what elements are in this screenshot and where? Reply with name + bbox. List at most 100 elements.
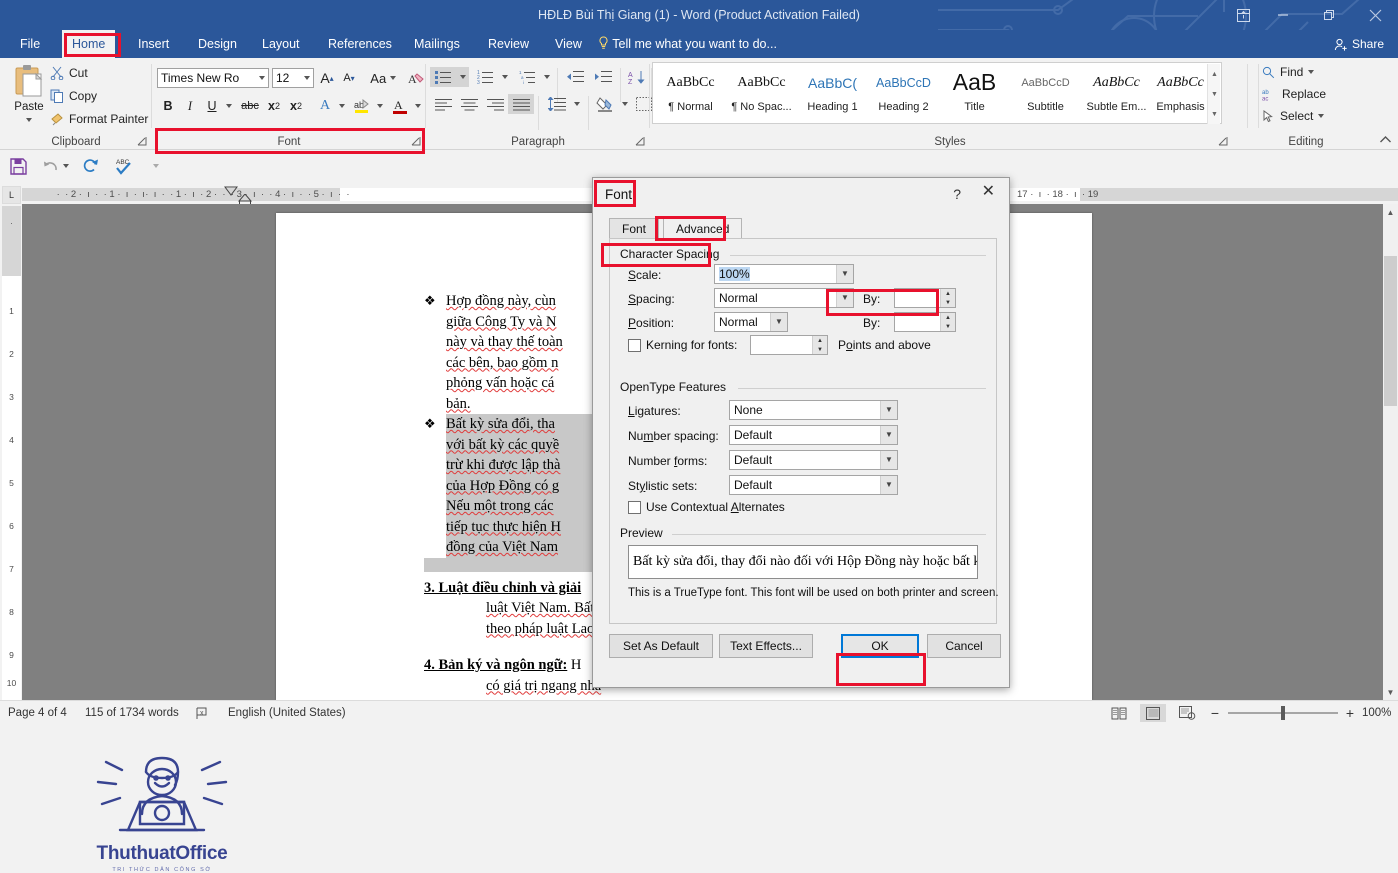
subscript-icon[interactable]: x2 [263,96,285,116]
position-combo[interactable]: Normal ▼ [714,312,788,332]
read-mode-icon[interactable] [1106,704,1132,722]
copy-button[interactable]: Copy [50,89,97,103]
chevron-down-icon[interactable]: ▼ [880,426,897,444]
text-effects-icon[interactable]: A [314,96,336,116]
cancel-button[interactable]: Cancel [927,634,1001,658]
align-center-icon[interactable] [456,94,482,114]
strikethrough-icon[interactable]: abc [237,96,263,116]
zoom-out-button[interactable]: − [1208,701,1222,725]
styles-gallery-scrollbar[interactable]: ▲ ▼ ▼ [1207,64,1220,124]
chevron-down-icon[interactable]: ▼ [880,451,897,469]
styles-gallery[interactable]: AaBbCc ¶ Normal AaBbCc ¶ No Spac... AaBb… [652,62,1222,124]
style-heading-2[interactable]: AaBbCcD Heading 2 [868,63,939,123]
tab-home[interactable]: Home [62,30,116,58]
left-indent-marker[interactable] [236,194,256,204]
tab-file[interactable]: File [10,30,50,58]
chevron-down-icon[interactable]: ▼ [880,476,897,494]
spinner-down-icon[interactable]: ▼ [940,298,955,307]
font-color-icon[interactable]: A [388,96,412,116]
style-heading-1[interactable]: AaBbC( Heading 1 [797,63,868,123]
clipboard-dialog-launcher[interactable] [137,135,149,147]
dialog-tab-advanced[interactable]: Advanced [663,218,743,240]
underline-icon[interactable]: U [201,96,223,116]
language-indicator[interactable]: English (United States) [228,701,346,725]
font-dialog[interactable]: Font ? ✕ Font Advanced Character Spacing… [592,177,1010,688]
align-right-icon[interactable] [482,94,508,114]
restore-icon[interactable] [1306,0,1352,30]
save-icon[interactable] [6,155,30,177]
chevron-down-icon[interactable]: ▼ [880,401,897,419]
vertical-scrollbar[interactable]: ▲ ▼ [1383,204,1398,700]
zoom-slider-thumb[interactable] [1281,706,1285,720]
text-highlight-color-icon[interactable]: ab [350,96,374,116]
bullets-icon[interactable] [430,67,456,87]
styles-dialog-launcher[interactable] [1218,135,1230,147]
font-size-combo[interactable]: 12 [272,68,314,88]
bold-icon[interactable]: B [157,96,179,116]
select-dropdown-icon[interactable] [1318,114,1325,118]
italic-icon[interactable]: I [179,96,201,116]
spacing-combo[interactable]: Normal ▼ [714,288,854,308]
multilevel-list-icon[interactable]: 1ai [514,67,540,87]
find-button[interactable]: Find [1262,65,1315,79]
style-emphasis[interactable]: AaBbCc Emphasis [1145,63,1216,123]
font-color-dropdown-icon[interactable] [412,96,424,116]
style-subtitle[interactable]: AaBbCcD Subtitle [1010,63,1081,123]
chevron-down-icon[interactable]: ▼ [836,289,853,307]
zoom-level-label[interactable]: 100% [1362,701,1391,725]
tab-stop-selector[interactable]: L [2,186,21,204]
kerning-spinner[interactable]: ▲ ▼ [750,335,828,355]
number-spacing-combo[interactable]: Default ▼ [729,425,898,445]
tab-design[interactable]: Design [188,30,247,58]
spinner-up-icon[interactable]: ▲ [812,336,827,345]
contextual-alternates-checkbox[interactable] [628,501,641,514]
proofing-errors-icon[interactable]: x [196,701,214,725]
styles-scroll-up-icon[interactable]: ▲ [1208,64,1221,84]
tell-me-box[interactable]: Tell me what you want to do... [598,30,777,58]
style-no-spacing[interactable]: AaBbCc ¶ No Spac... [726,63,797,123]
numbering-dropdown-icon[interactable] [498,67,511,87]
grow-font-icon[interactable]: A ▴ [316,68,338,88]
minimize-icon[interactable] [1260,0,1306,30]
bullets-dropdown-icon[interactable] [456,67,469,87]
word-count[interactable]: 115 of 1734 words [85,701,179,725]
set-as-default-button[interactable]: Set As Default [609,634,713,658]
ligatures-combo[interactable]: None ▼ [729,400,898,420]
spacing-by-spinner[interactable]: ▲ ▼ [894,288,956,308]
stylistic-sets-combo[interactable]: Default ▼ [729,475,898,495]
find-dropdown-icon[interactable] [1308,70,1315,74]
tab-review[interactable]: Review [478,30,539,58]
tab-mailings[interactable]: Mailings [404,30,470,58]
spinner-down-icon[interactable]: ▼ [940,322,955,331]
style-subtle-emphasis[interactable]: AaBbCc Subtle Em... [1081,63,1152,123]
replace-button[interactable]: ab ac Replace [1262,87,1326,101]
dialog-help-icon[interactable]: ? [953,186,961,202]
spinner-down-icon[interactable]: ▼ [812,345,827,354]
change-case-icon[interactable]: Aa [366,68,400,88]
scrollbar-thumb[interactable] [1384,256,1397,406]
scroll-up-icon[interactable]: ▲ [1383,204,1398,220]
superscript-icon[interactable]: x2 [285,96,307,116]
position-by-spinner[interactable]: ▲ ▼ [894,312,956,332]
text-effects-dropdown-icon[interactable] [336,96,348,116]
ribbon-display-options-icon[interactable] [1226,0,1260,30]
spinner-up-icon[interactable]: ▲ [940,289,955,298]
paste-dropdown-icon[interactable] [26,118,32,122]
tab-references[interactable]: References [318,30,402,58]
font-name-combo[interactable]: Times New Ro [157,68,269,88]
tab-view[interactable]: View [545,30,592,58]
chevron-down-icon[interactable]: ▼ [836,265,853,283]
close-icon[interactable] [1352,0,1398,30]
highlight-dropdown-icon[interactable] [374,96,386,116]
tab-insert[interactable]: Insert [128,30,179,58]
share-button[interactable]: Share [1330,34,1390,55]
cut-button[interactable]: Cut [50,66,88,80]
increase-indent-icon[interactable] [590,67,616,87]
paragraph-dialog-launcher[interactable] [635,135,647,147]
spelling-grammar-icon[interactable]: ABC [112,155,136,177]
dialog-close-icon[interactable]: ✕ [982,184,995,200]
style-title[interactable]: AaB Title [939,63,1010,123]
chevron-down-icon[interactable]: ▼ [770,313,787,331]
paste-button[interactable]: Paste [6,62,52,125]
multilevel-dropdown-icon[interactable] [540,67,553,87]
